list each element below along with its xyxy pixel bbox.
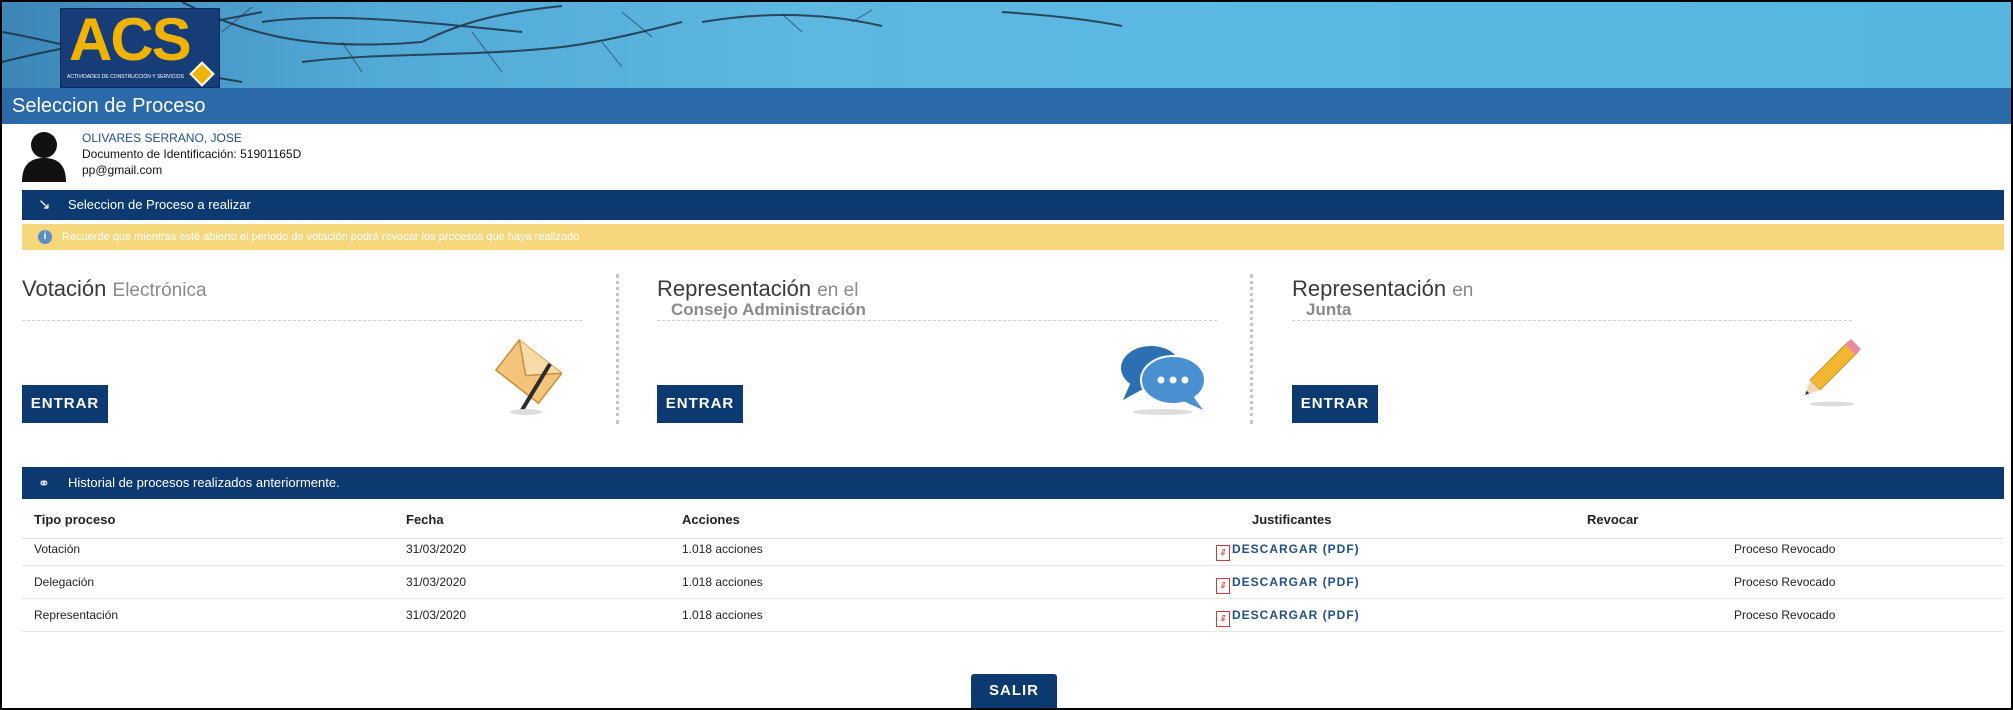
process-section-title: Seleccion de Proceso a realizar — [68, 197, 251, 212]
column-separator — [1250, 274, 1253, 424]
option-title-main: Representación — [1292, 276, 1447, 301]
process-section-bar: ↘ Seleccion de Proceso a realizar — [22, 190, 2004, 220]
option-representacion-consejo: Representación en el Consejo Administrac… — [657, 266, 1237, 436]
option-subtitle: Junta — [1306, 300, 1352, 319]
info-icon: i — [38, 230, 52, 244]
entrar-votacion-button[interactable]: ENTRAR — [22, 385, 108, 423]
column-header: Acciones — [682, 512, 740, 527]
option-title: Votación Electrónica — [22, 276, 207, 302]
entrar-consejo-button[interactable]: ENTRAR — [657, 385, 743, 423]
entrar-junta-button[interactable]: ENTRAR — [1292, 385, 1378, 423]
divider — [22, 320, 582, 321]
pdf-icon: ⇩ — [1216, 578, 1230, 594]
option-title-main: Representación — [657, 276, 812, 301]
download-pdf-link[interactable]: ⇩ DESCARGAR (PDF) — [1216, 575, 1360, 594]
cell-revocar: Proceso Revocado — [1734, 542, 1836, 556]
option-subtitle: Consejo Administración — [671, 300, 866, 319]
envelope-icon — [494, 338, 562, 415]
cell-tipo: Delegación — [34, 575, 95, 589]
column-header: Revocar — [1587, 512, 1639, 527]
user-name: OLIVARES SERRANO, JOSE — [82, 131, 242, 145]
cell-revocar: Proceso Revocado — [1734, 608, 1836, 622]
pdf-icon: ⇩ — [1216, 545, 1230, 561]
page-frame: ACS ACTIVIDADES DE CONSTRUCCIÓN Y SERVIC… — [0, 0, 2013, 710]
cell-fecha: 31/03/2020 — [406, 608, 467, 622]
notice-text: Recuerde que mientras esté abierto el pe… — [62, 231, 580, 243]
divider — [1292, 320, 1852, 321]
column-header: Justificantes — [1252, 512, 1332, 527]
option-title-muted: Electrónica — [112, 280, 207, 301]
option-representacion-junta: Representación en Junta ENTRAR — [1292, 266, 1872, 436]
cell-fecha: 31/03/2020 — [406, 542, 467, 556]
cell-acciones: 1.018 acciones — [682, 575, 763, 589]
divider — [657, 320, 1217, 321]
logo-subtitle: ACTIVIDADES DE CONSTRUCCIÓN Y SERVICIOS — [67, 74, 184, 80]
table-row: Representación 31/03/2020 1.018 acciones… — [22, 598, 2004, 632]
arrow-down-right-icon: ↘ — [38, 196, 51, 213]
pencil-icon — [1805, 339, 1861, 407]
download-pdf-link[interactable]: ⇩ DESCARGAR (PDF) — [1216, 542, 1360, 561]
salir-button[interactable]: SALIR — [971, 674, 1057, 708]
cell-acciones: 1.018 acciones — [682, 608, 763, 622]
history-section-bar: ⚭ Historial de procesos realizados anter… — [22, 467, 2004, 499]
cell-fecha: 31/03/2020 — [406, 575, 467, 589]
history-section-title: Historial de procesos realizados anterio… — [68, 475, 340, 490]
user-document: Documento de Identificación: 51901165D — [82, 147, 302, 161]
option-title: Representación en — [1292, 276, 1473, 302]
table-row: Delegación 31/03/2020 1.018 acciones ⇩ DE… — [22, 565, 2004, 599]
notice-banner: i Recuerde que mientras esté abierto el … — [22, 224, 2004, 250]
download-label: DESCARGAR (PDF) — [1232, 542, 1360, 556]
user-email: pp@gmail.com — [82, 163, 163, 177]
option-votacion: Votación Electrónica ENTRAR — [22, 266, 602, 436]
cell-tipo: Representación — [34, 608, 119, 622]
table-row: Votación 31/03/2020 1.018 acciones ⇩ DESC… — [22, 532, 2004, 566]
cell-revocar: Proceso Revocado — [1734, 575, 1836, 589]
download-label: DESCARGAR (PDF) — [1232, 608, 1360, 622]
chat-bubbles-icon — [1121, 346, 1206, 415]
download-label: DESCARGAR (PDF) — [1232, 575, 1360, 589]
download-pdf-link[interactable]: ⇩ DESCARGAR (PDF) — [1216, 608, 1360, 627]
option-title-main: Votación — [22, 276, 107, 301]
user-avatar-icon — [22, 132, 66, 182]
logo-diamond-icon — [189, 61, 215, 87]
header-banner: ACS ACTIVIDADES DE CONSTRUCCIÓN Y SERVIC… — [2, 2, 2011, 88]
column-separator — [616, 274, 619, 424]
pdf-icon: ⇩ — [1216, 611, 1230, 627]
cell-tipo: Votación — [34, 542, 81, 556]
option-title-muted: en — [1452, 280, 1474, 301]
acs-logo: ACS ACTIVIDADES DE CONSTRUCCIÓN Y SERVIC… — [60, 6, 220, 88]
logo-text: ACS — [69, 6, 192, 73]
option-title-muted: en el — [817, 280, 859, 301]
tree-branches-decoration — [2, 2, 1123, 88]
column-header: Fecha — [406, 512, 444, 527]
history-icon: ⚭ — [38, 475, 50, 491]
column-header: Tipo proceso — [34, 512, 116, 527]
cell-acciones: 1.018 acciones — [682, 542, 763, 556]
page-title: Seleccion de Proceso — [2, 88, 2011, 124]
option-title: Representación en el — [657, 276, 858, 302]
